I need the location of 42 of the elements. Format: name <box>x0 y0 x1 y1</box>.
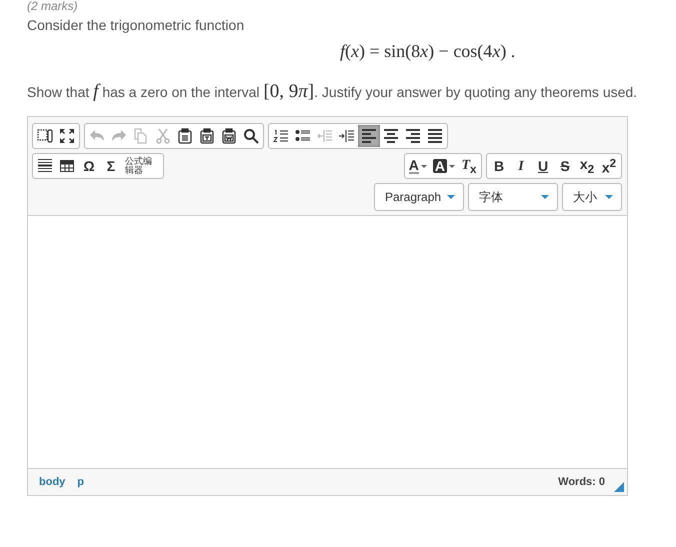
toolbar-button[interactable]: U <box>532 155 554 177</box>
dropdown[interactable]: Paragraph <box>374 183 464 211</box>
toolbar-button[interactable]: A <box>406 155 430 177</box>
search-icon <box>243 128 259 144</box>
dropdown[interactable]: 字体 <box>468 183 558 211</box>
toolbar-button[interactable]: x$_{2}$ <box>576 155 598 177</box>
align-left-icon <box>361 128 377 144</box>
toolbar-button[interactable]: I <box>510 155 532 177</box>
path-link[interactable]: p <box>77 476 84 488</box>
marks-label: (2 marks) <box>27 0 79 12</box>
outdent-icon <box>317 128 333 144</box>
bullet-list-icon <box>295 128 311 144</box>
clipboard-icon <box>177 128 193 144</box>
toolbar-button[interactable]: Ω <box>78 155 100 177</box>
toolbar-button[interactable]: x$^{2}$ <box>598 155 620 177</box>
toolbar-button[interactable]: T$_{x}$ <box>458 155 480 177</box>
clipboard-word-icon <box>221 128 237 144</box>
clipboard-text-icon <box>199 128 215 144</box>
align-left-button[interactable] <box>358 125 380 147</box>
source-icon <box>37 128 53 144</box>
toolbar-button[interactable]: A <box>430 155 458 177</box>
formula: f(x) = sin(8x) − cos(4x) . <box>340 40 516 62</box>
dropdown[interactable]: 大小 <box>562 183 622 211</box>
word-count: Words: 0 <box>558 476 605 488</box>
question-text: Show that f has a zero on the interval [0, 9π]. Justify your answer by quoting any theorems used. <box>27 82 638 102</box>
fullscreen-icon <box>59 128 75 144</box>
numbered-list-icon <box>273 128 289 144</box>
resize-handle-icon[interactable] <box>614 482 624 492</box>
indent-icon <box>339 128 355 144</box>
align-right-icon <box>405 128 421 144</box>
horizontal-rule-icon <box>37 158 53 174</box>
table-icon <box>59 158 75 174</box>
toolbar-button[interactable]: 公式编辑器 <box>122 155 162 177</box>
toolbar-button[interactable]: Σ <box>100 155 122 177</box>
toolbar-button[interactable]: B <box>488 155 510 177</box>
question-text: Consider the trigonometric function <box>27 17 246 33</box>
copy-icon <box>133 128 149 144</box>
scissors-icon <box>155 128 171 144</box>
toolbar-button[interactable]: S <box>554 155 576 177</box>
align-justify-icon <box>427 128 443 144</box>
path-link[interactable]: body <box>39 476 66 488</box>
align-center-icon <box>383 128 399 144</box>
